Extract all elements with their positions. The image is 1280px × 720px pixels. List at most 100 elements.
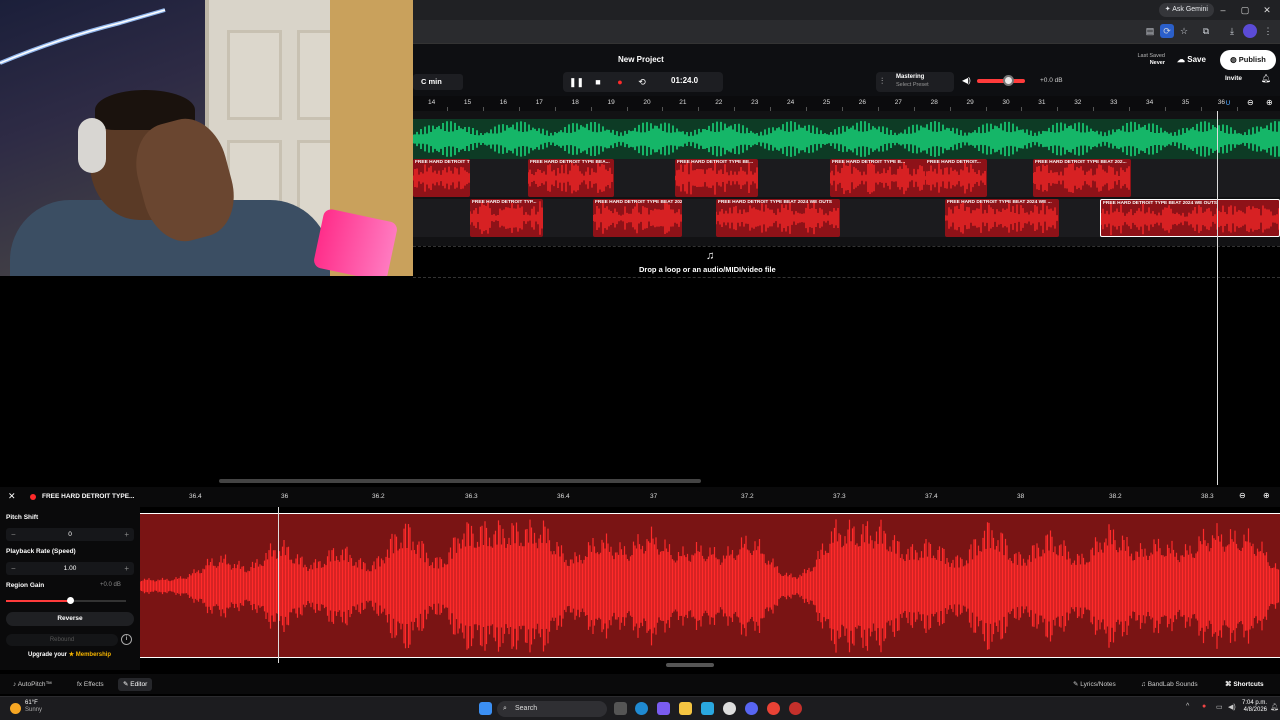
clip-label: FREE HARD DETROIT TYPE BE... xyxy=(677,160,754,165)
record-icon[interactable]: ● xyxy=(613,75,627,89)
app-icon[interactable] xyxy=(723,702,736,715)
bookmark-star-icon[interactable]: ☆ xyxy=(1177,24,1191,38)
ask-gemini-button[interactable]: ✦ Ask Gemini xyxy=(1158,3,1214,17)
weather-widget[interactable]: 61°F Sunny xyxy=(25,700,42,714)
audio-clip[interactable]: FREE HARD DETROIT TYPE BE... xyxy=(675,159,758,197)
close-window-button[interactable]: ✕ xyxy=(1258,2,1276,18)
file-explorer-icon[interactable] xyxy=(679,702,692,715)
download-icon[interactable]: ⤓ xyxy=(1225,24,1239,38)
search-icon: ⌕ xyxy=(503,705,507,712)
sliders-icon: ⫶ xyxy=(881,76,884,86)
tab-autopitch[interactable]: ♪ AutoPitch™ xyxy=(8,678,57,691)
upgrade-membership-link[interactable]: Upgrade your ★ Membership xyxy=(28,651,111,658)
audio-clip[interactable]: FREE HARD DETROIT TYPE BEAT 2024 WE OUTS xyxy=(716,199,840,237)
transport-controls: ❚❚ ■ ● ⟲ 01:24.0 xyxy=(563,72,723,92)
audio-clip[interactable]: FREE HARD DETROIT TYP... xyxy=(470,199,543,237)
discord-icon[interactable] xyxy=(745,702,758,715)
region-gain-knob[interactable] xyxy=(67,597,74,604)
tab-lyrics-notes[interactable]: ✎ Lyrics/Notes xyxy=(1068,678,1121,691)
zoom-out-icon[interactable]: ⊖ xyxy=(1247,98,1254,107)
zoom-in-icon[interactable]: ⊕ xyxy=(1266,98,1273,107)
time-display: 01:24.0 xyxy=(671,76,699,85)
tab-bandlab-sounds[interactable]: ♫ BandLab Sounds xyxy=(1136,678,1203,691)
weather-temp: 61°F xyxy=(25,700,38,706)
ruler-tick: 32 xyxy=(1074,99,1082,106)
editor-playhead[interactable] xyxy=(278,507,279,663)
taskbar-search[interactable]: ⌕ Search xyxy=(497,701,607,717)
mastering-button[interactable]: ⫶ Mastering Select Preset xyxy=(876,72,954,92)
mic-icon[interactable]: ● xyxy=(1202,703,1206,710)
notification-icon[interactable]: 🔔︎ xyxy=(1270,703,1279,711)
drop-zone[interactable]: ♫ Drop a loop or an audio/MIDI/video fil… xyxy=(413,246,1280,278)
clip-label: FREE HARD DETROIT TYPE B... xyxy=(832,160,906,165)
minimize-button[interactable]: – xyxy=(1214,2,1232,18)
reading-list-icon[interactable]: ▤ xyxy=(1143,24,1157,38)
clip-label: FREE HARD DETROIT TYPE BEA... xyxy=(530,160,610,165)
maximize-button[interactable]: ▢ xyxy=(1236,2,1254,18)
audio-clip[interactable]: FREE HARD DETROIT TYPE BEA... xyxy=(528,159,614,197)
network-icon[interactable]: ▭ xyxy=(1216,703,1223,711)
copilot-icon[interactable] xyxy=(657,702,670,715)
editor-zoom-out-icon[interactable]: ⊖ xyxy=(1239,491,1246,500)
reverse-button[interactable]: Reverse xyxy=(6,612,134,626)
region-waveform-editor[interactable] xyxy=(140,513,1280,658)
loop-icon[interactable]: ⟲ xyxy=(635,75,649,89)
audio-clip[interactable]: FREE HARD DETROIT TYPE BEAT 2024 WE OUTS xyxy=(1100,199,1280,237)
invite-button[interactable]: Invite xyxy=(1225,75,1242,82)
tray-chevron-icon[interactable]: ^ xyxy=(1186,703,1189,710)
membership-label: Membership xyxy=(75,652,112,658)
info-icon[interactable]: i xyxy=(121,634,132,645)
playback-rate-stepper[interactable]: − 1.00 + xyxy=(6,562,134,575)
close-icon[interactable]: ✕ xyxy=(8,491,16,502)
system-clock[interactable]: 7:04 p.m. 4/8/2026 xyxy=(1242,700,1267,714)
plus-icon[interactable]: + xyxy=(124,528,129,541)
save-button[interactable]: ☁ Save xyxy=(1171,52,1212,68)
pitch-shift-stepper[interactable]: − 0 + xyxy=(6,528,134,541)
editor-scrollbar[interactable] xyxy=(666,663,714,667)
edge-icon[interactable] xyxy=(635,702,648,715)
chrome-icon[interactable] xyxy=(767,702,780,715)
green-audio-track[interactable] xyxy=(413,119,1280,159)
tab-effects[interactable]: fx Effects xyxy=(72,678,109,691)
audio-clip[interactable]: FREE HARD DETROIT TYPE... xyxy=(413,159,470,197)
stop-icon[interactable]: ■ xyxy=(591,75,605,89)
audio-clip[interactable]: FREE HARD DETROIT... xyxy=(925,159,987,197)
audio-clip[interactable]: FREE HARD DETROIT TYPE BEAT 202... xyxy=(1033,159,1131,197)
playhead[interactable] xyxy=(1217,111,1218,485)
app-icon-2[interactable] xyxy=(789,702,802,715)
timeline-ruler[interactable]: 14 15 16 17 18 19 20 21 22 23 24 25 26 27 28 29 30 31 32 33… xyxy=(413,96,1280,111)
ruler-tick: 18 xyxy=(571,99,579,106)
tab-autopitch-label: AutoPitch™ xyxy=(17,681,53,688)
region-gain-label: Region Gain xyxy=(6,582,45,589)
pause-icon[interactable]: ❚❚ xyxy=(569,75,584,89)
task-view-icon[interactable] xyxy=(614,702,627,715)
windows-start-icon[interactable] xyxy=(479,702,492,715)
volume-icon[interactable]: ◀) xyxy=(1228,703,1236,711)
extension-icon[interactable]: ⟳ xyxy=(1160,24,1174,38)
ruler-tick: 16 xyxy=(499,99,508,106)
project-title[interactable]: New Project xyxy=(618,55,664,64)
bell-icon[interactable]: 🔔︎ xyxy=(1261,74,1271,83)
tab-shortcuts[interactable]: ⌘ Shortcuts xyxy=(1220,678,1269,691)
magnet-icon[interactable]: ∪ xyxy=(1225,98,1231,107)
store-icon[interactable] xyxy=(701,702,714,715)
rebound-button[interactable]: Rebound xyxy=(6,634,118,646)
editor-ruler-tick: 36.2 xyxy=(372,493,385,500)
tab-editor[interactable]: ✎ Editor xyxy=(118,678,153,691)
extensions-puzzle-icon[interactable]: ⧉ xyxy=(1199,24,1213,38)
plus-icon[interactable]: + xyxy=(124,562,129,575)
speaker-icon[interactable]: ◀) xyxy=(962,76,971,85)
audio-clip[interactable]: FREE HARD DETROIT TYPE BEAT 202... xyxy=(593,199,682,237)
kebab-menu-icon[interactable]: ⋮ xyxy=(1261,24,1275,38)
browser-toolbar: ▤ ⟳ ☆ ⧉ ⤓ ⋮ xyxy=(413,20,1280,44)
horizontal-scrollbar[interactable] xyxy=(219,479,701,483)
key-select[interactable]: C min xyxy=(413,74,463,90)
audio-clip[interactable]: FREE HARD DETROIT TYPE BEAT 2024 WE ... xyxy=(945,199,1059,237)
editor-zoom-in-icon[interactable]: ⊕ xyxy=(1263,491,1270,500)
profile-avatar[interactable] xyxy=(1243,24,1257,38)
master-volume-knob[interactable] xyxy=(1003,75,1014,86)
editor-ruler-tick: 37.2 xyxy=(741,493,754,500)
master-volume-slider[interactable] xyxy=(977,79,1025,83)
publish-button[interactable]: ◍ Publish xyxy=(1220,50,1276,70)
taskbar-search-label: Search xyxy=(515,705,538,712)
